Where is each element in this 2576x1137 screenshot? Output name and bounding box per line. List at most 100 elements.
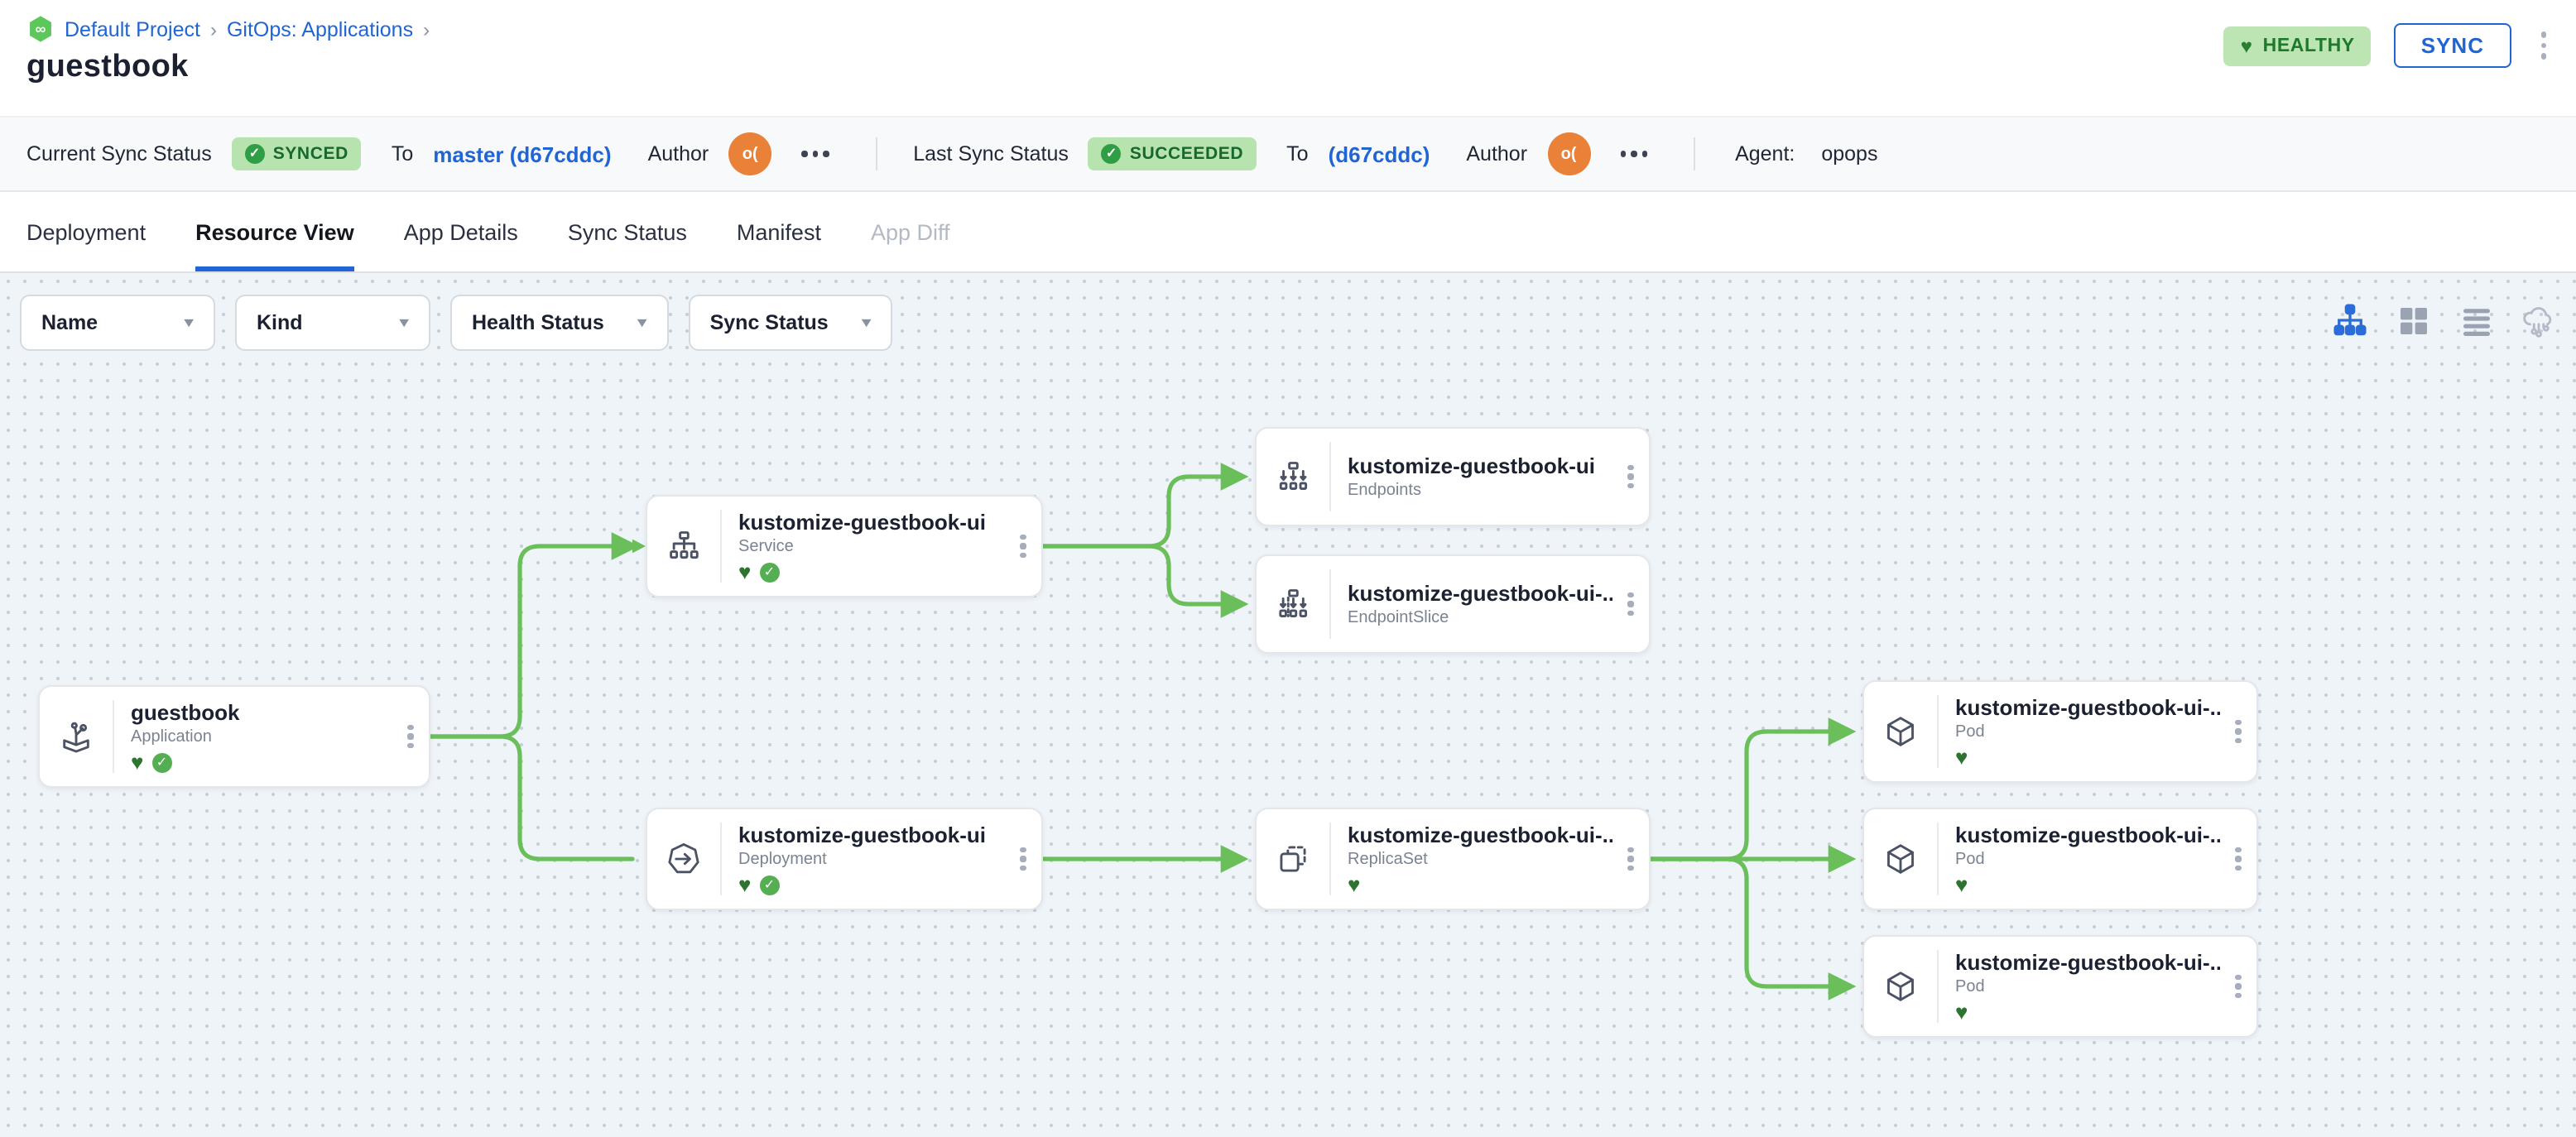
node-kind: Application	[131, 728, 212, 746]
project-logo-icon: ∞	[26, 15, 55, 43]
grid-view-icon[interactable]	[2396, 303, 2430, 338]
chevron-down-icon: ▼	[396, 315, 412, 330]
view-mode-switcher	[2333, 303, 2556, 338]
node-replicaset-kustomize-guestbook-ui[interactable]: kustomize-guestbook-ui-... ReplicaSet ♥	[1255, 808, 1651, 910]
node-more-options-icon[interactable]	[2220, 937, 2256, 1036]
node-pod-1[interactable]: kustomize-guestbook-ui-... Pod ♥	[1862, 680, 2258, 783]
commit-details-ellipsis-icon[interactable]	[1620, 151, 1648, 157]
agent-value: opops	[1821, 142, 1878, 166]
filter-label: Kind	[257, 311, 303, 334]
tab-app-details[interactable]: App Details	[404, 192, 518, 271]
sync-button[interactable]: SYNC	[2394, 23, 2511, 68]
author-label: Author	[647, 142, 709, 166]
author-avatar[interactable]: o(	[728, 132, 772, 175]
page-header: ∞ Default Project › GitOps: Applications…	[0, 0, 2576, 116]
current-sync-status-badge: ✓ SYNCED	[231, 137, 362, 170]
list-view-icon[interactable]	[2458, 303, 2493, 338]
page-title: guestbook	[26, 50, 189, 84]
tab-manifest[interactable]: Manifest	[737, 192, 821, 271]
divider	[1694, 137, 1696, 170]
author-avatar[interactable]: o(	[1547, 132, 1591, 175]
pod-icon	[1864, 809, 1937, 909]
node-title: kustomize-guestbook-ui-...	[1348, 581, 1612, 606]
node-more-options-icon[interactable]	[1612, 809, 1649, 909]
last-sync-status-label: Last Sync Status	[913, 142, 1069, 166]
breadcrumb: ∞ Default Project › GitOps: Applications…	[26, 15, 2550, 43]
health-status-badge: ♥ HEALTHY	[2223, 26, 2372, 65]
resource-tree-canvas[interactable]: Name ▼ Kind ▼ Health Status ▼ Sync Statu…	[0, 273, 2576, 1137]
breadcrumb-separator: ›	[209, 17, 217, 41]
chevron-down-icon: ▼	[858, 315, 875, 330]
breadcrumb-separator: ›	[423, 17, 430, 41]
healthy-heart-icon: ♥	[1955, 872, 1968, 897]
node-title: kustomize-guestbook-ui-...	[1955, 823, 2220, 847]
last-sync-status-badge: ✓ SUCCEEDED	[1088, 137, 1257, 170]
health-badge-label: HEALTHY	[2262, 36, 2355, 55]
filter-health-status-dropdown[interactable]: Health Status ▼	[450, 295, 669, 351]
healthy-heart-icon: ♥	[1348, 872, 1361, 897]
chevron-down-icon: ▼	[633, 315, 651, 330]
commit-details-ellipsis-icon[interactable]	[801, 151, 829, 157]
filter-name-dropdown[interactable]: Name ▼	[20, 295, 215, 351]
author-label: Author	[1466, 142, 1528, 166]
node-endpoints-kustomize-guestbook-ui[interactable]: kustomize-guestbook-ui Endpoints	[1255, 427, 1651, 526]
node-endpointslice-kustomize-guestbook-ui[interactable]: kustomize-guestbook-ui-... EndpointSlice	[1255, 554, 1651, 654]
node-kind: EndpointSlice	[1348, 609, 1449, 627]
tab-deployment[interactable]: Deployment	[26, 192, 146, 271]
more-options-icon[interactable]	[2534, 27, 2553, 65]
breadcrumb-gitops-applications[interactable]: GitOps: Applications	[227, 17, 413, 41]
node-title: guestbook	[131, 700, 240, 725]
node-more-options-icon[interactable]	[2220, 682, 2256, 781]
deployment-icon	[647, 809, 720, 909]
heart-icon: ♥	[2240, 34, 2253, 57]
app-tabs: Deployment Resource View App Details Syn…	[0, 192, 2576, 273]
tab-resource-view[interactable]: Resource View	[195, 192, 354, 271]
filter-kind-dropdown[interactable]: Kind ▼	[235, 295, 430, 351]
application-icon	[40, 687, 113, 786]
node-more-options-icon[interactable]	[1612, 556, 1649, 652]
node-kind: Pod	[1955, 723, 1985, 741]
tab-sync-status[interactable]: Sync Status	[568, 192, 687, 271]
last-sync-badge-label: SUCCEEDED	[1129, 144, 1244, 164]
app-window: ∞ Default Project › GitOps: Applications…	[0, 0, 2576, 1137]
filter-sync-status-dropdown[interactable]: Sync Status ▼	[688, 295, 893, 351]
node-more-options-icon[interactable]	[1005, 809, 1041, 909]
cloud-topology-view-icon[interactable]	[2521, 303, 2556, 338]
node-title: kustomize-guestbook-ui-...	[1955, 695, 2220, 720]
service-icon	[647, 497, 720, 596]
last-sync-commit-link[interactable]: (d67cddc)	[1329, 142, 1430, 166]
node-title: kustomize-guestbook-ui-...	[1348, 823, 1612, 847]
node-more-options-icon[interactable]	[2220, 809, 2256, 909]
check-circle-icon: ✓	[244, 144, 265, 164]
healthy-heart-icon: ♥	[1955, 1000, 1968, 1024]
filter-label: Health Status	[472, 311, 604, 334]
healthy-heart-icon: ♥	[1955, 745, 1968, 770]
node-kind: Deployment	[738, 851, 827, 869]
node-title: kustomize-guestbook-ui	[738, 823, 987, 847]
node-kind: ReplicaSet	[1348, 851, 1428, 869]
endpointslice-icon	[1257, 556, 1329, 652]
healthy-heart-icon: ♥	[131, 750, 144, 775]
check-circle-icon: ✓	[1101, 144, 1122, 164]
current-sync-commit-link[interactable]: master (d67cddc)	[433, 142, 611, 166]
node-more-options-icon[interactable]	[1005, 497, 1041, 596]
to-label: To	[1286, 142, 1309, 166]
synced-check-icon: ✓	[759, 875, 780, 895]
node-pod-3[interactable]: kustomize-guestbook-ui-... Pod ♥	[1862, 935, 2258, 1038]
node-more-options-icon[interactable]	[1612, 429, 1649, 525]
synced-check-icon: ✓	[759, 562, 780, 582]
node-more-options-icon[interactable]	[392, 687, 429, 786]
node-service-kustomize-guestbook-ui[interactable]: kustomize-guestbook-ui Service ♥ ✓	[646, 495, 1043, 597]
healthy-heart-icon: ♥	[738, 559, 752, 584]
filter-label: Sync Status	[709, 311, 829, 334]
tab-app-diff: App Diff	[870, 219, 950, 244]
node-title: kustomize-guestbook-ui-...	[1955, 950, 2220, 975]
hierarchy-view-icon[interactable]	[2333, 303, 2367, 338]
breadcrumb-project[interactable]: Default Project	[65, 17, 200, 41]
node-pod-2[interactable]: kustomize-guestbook-ui-... Pod ♥	[1862, 808, 2258, 910]
node-application-guestbook[interactable]: guestbook Application ♥ ✓	[38, 685, 430, 788]
node-kind: Service	[738, 538, 794, 556]
replicaset-icon	[1257, 809, 1329, 909]
healthy-heart-icon: ♥	[738, 872, 752, 897]
node-deployment-kustomize-guestbook-ui[interactable]: kustomize-guestbook-ui Deployment ♥ ✓	[646, 808, 1043, 910]
